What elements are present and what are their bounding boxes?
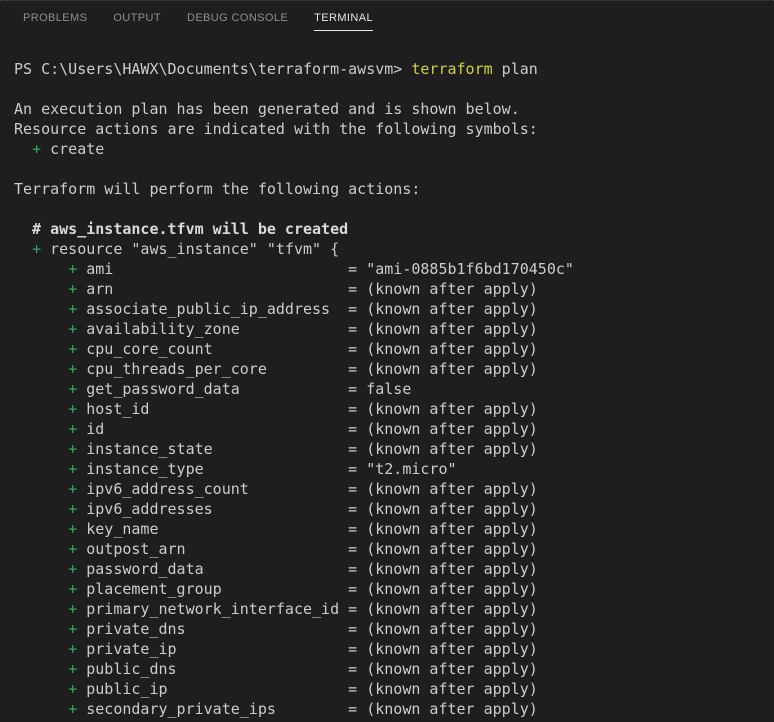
terminal-line: + password_data = (known after apply) [68,560,538,578]
tab-output[interactable]: OUTPUT [100,3,174,34]
terminal-line: + key_name = (known after apply) [68,520,538,538]
terminal-line: + ipv6_address_count = (known after appl… [68,480,538,498]
terminal-line: + secondary_private_ips = (known after a… [68,700,538,718]
terminal-line: + public_dns = (known after apply) [68,660,538,678]
terminal-line: + get_password_data = false [68,380,412,398]
terminal-line: + cpu_threads_per_core = (known after ap… [68,360,538,378]
terminal-line: PS C:\Users\HAWX\Documents\terraform-aws… [14,60,538,78]
panel-tab-bar: PROBLEMS OUTPUT DEBUG CONSOLE TERMINAL [0,1,774,36]
terminal-line: + cpu_core_count = (known after apply) [68,340,538,358]
terminal-line: + associate_public_ip_address = (known a… [68,300,538,318]
tab-debug-console[interactable]: DEBUG CONSOLE [174,3,301,34]
terminal-line: + outpost_arn = (known after apply) [68,540,538,558]
terminal-line: # aws_instance.tfvm will be created [14,220,349,238]
terminal-line: + public_ip = (known after apply) [68,680,538,698]
terminal-line: + ami = "ami-0885b1f6bd170450c" [68,260,574,278]
terminal-line: + availability_zone = (known after apply… [68,320,538,338]
terminal-line: + id = (known after apply) [68,420,538,438]
terminal-line: + instance_state = (known after apply) [68,440,538,458]
tab-terminal[interactable]: TERMINAL [301,3,386,34]
terminal-line: + primary_network_interface_id = (known … [68,600,538,618]
terminal-line: + private_ip = (known after apply) [68,640,538,658]
terminal-line: + arn = (known after apply) [68,280,538,298]
terminal-line: Terraform will perform the following act… [14,180,421,198]
terminal-line: + placement_group = (known after apply) [68,580,538,598]
terminal-line: An execution plan has been generated and… [14,100,520,118]
terminal-line: + resource "aws_instance" "tfvm" { [32,240,340,258]
terminal-line: + instance_type = "t2.micro" [68,460,457,478]
terminal-output[interactable]: PS C:\Users\HAWX\Documents\terraform-aws… [0,36,774,719]
bottom-panel: PROBLEMS OUTPUT DEBUG CONSOLE TERMINAL P… [0,0,774,722]
terminal-line: Resource actions are indicated with the … [14,120,538,138]
terminal-line: + ipv6_addresses = (known after apply) [68,500,538,518]
terminal-line: + host_id = (known after apply) [68,400,538,418]
tab-problems[interactable]: PROBLEMS [10,3,100,34]
terminal-line: + create [32,140,105,158]
terminal-line: + private_dns = (known after apply) [68,620,538,638]
